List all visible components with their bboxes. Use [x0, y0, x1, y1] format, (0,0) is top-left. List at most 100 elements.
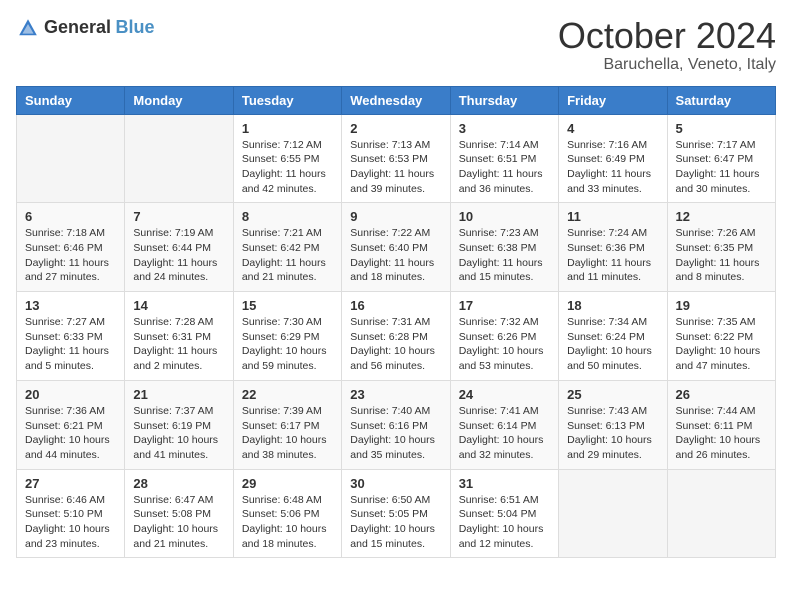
calendar-week-row: 27 Sunrise: 6:46 AM Sunset: 5:10 PM Dayli… — [17, 469, 776, 558]
calendar-cell: 6Sunrise: 7:18 AM Sunset: 6:46 PM Daylig… — [17, 203, 125, 292]
calendar-cell: 20 Sunrise: 7:36 AM Sunset: 6:21 PM Dayli… — [17, 380, 125, 469]
calendar-cell: 12 Sunrise: 7:26 AM Sunset: 6:35 PM Dayli… — [667, 203, 775, 292]
day-info: Sunrise: 7:22 AM Sunset: 6:40 PM Dayligh… — [350, 226, 441, 285]
day-number: 30 — [350, 476, 441, 491]
day-info: Sunrise: 7:26 AM Sunset: 6:35 PM Dayligh… — [676, 226, 767, 285]
day-number: 24 — [459, 387, 550, 402]
weekday-header-tuesday: Tuesday — [233, 86, 341, 114]
day-info: Sunrise: 7:24 AM Sunset: 6:36 PM Dayligh… — [567, 226, 658, 285]
day-info: Sunrise: 7:18 AM Sunset: 6:46 PM Dayligh… — [25, 226, 116, 285]
calendar-cell: 4Sunrise: 7:16 AM Sunset: 6:49 PM Daylig… — [559, 114, 667, 203]
calendar-cell: 10 Sunrise: 7:23 AM Sunset: 6:38 PM Dayli… — [450, 203, 558, 292]
day-info: Sunrise: 7:35 AM Sunset: 6:22 PM Dayligh… — [676, 315, 767, 374]
calendar-cell: 9 Sunrise: 7:22 AM Sunset: 6:40 PM Daylig… — [342, 203, 450, 292]
calendar-cell: 8 Sunrise: 7:21 AM Sunset: 6:42 PM Daylig… — [233, 203, 341, 292]
day-number: 8 — [242, 209, 333, 224]
weekday-header-wednesday: Wednesday — [342, 86, 450, 114]
day-number: 25 — [567, 387, 658, 402]
weekday-header-row: SundayMondayTuesdayWednesdayThursdayFrid… — [17, 86, 776, 114]
day-number: 11 — [567, 209, 658, 224]
weekday-header-friday: Friday — [559, 86, 667, 114]
calendar-cell: 31Sunrise: 6:51 AM Sunset: 5:04 PM Dayli… — [450, 469, 558, 558]
day-number: 28 — [133, 476, 224, 491]
calendar-cell: 1 Sunrise: 7:12 AM Sunset: 6:55 PM Daylig… — [233, 114, 341, 203]
day-number: 7 — [133, 209, 224, 224]
day-info: Sunrise: 7:19 AM Sunset: 6:44 PM Dayligh… — [133, 226, 224, 285]
day-info: Sunrise: 7:12 AM Sunset: 6:55 PM Dayligh… — [242, 138, 333, 197]
day-number: 10 — [459, 209, 550, 224]
calendar-cell — [667, 469, 775, 558]
month-title: October 2024 — [558, 16, 776, 56]
day-number: 20 — [25, 387, 116, 402]
day-number: 27 — [25, 476, 116, 491]
weekday-header-saturday: Saturday — [667, 86, 775, 114]
day-number: 26 — [676, 387, 767, 402]
location-subtitle: Baruchella, Veneto, Italy — [558, 56, 776, 74]
calendar-cell: 24 Sunrise: 7:41 AM Sunset: 6:14 PM Dayli… — [450, 380, 558, 469]
day-info: Sunrise: 7:41 AM Sunset: 6:14 PM Dayligh… — [459, 404, 550, 463]
calendar-week-row: 1 Sunrise: 7:12 AM Sunset: 6:55 PM Daylig… — [17, 114, 776, 203]
day-number: 17 — [459, 298, 550, 313]
day-number: 5 — [676, 121, 767, 136]
day-number: 22 — [242, 387, 333, 402]
day-info: Sunrise: 7:17 AM Sunset: 6:47 PM Dayligh… — [676, 138, 767, 197]
day-info: Sunrise: 7:27 AM Sunset: 6:33 PM Dayligh… — [25, 315, 116, 374]
day-info: Sunrise: 7:23 AM Sunset: 6:38 PM Dayligh… — [459, 226, 550, 285]
day-info: Sunrise: 7:28 AM Sunset: 6:31 PM Dayligh… — [133, 315, 224, 374]
logo: General Blue — [16, 16, 155, 40]
calendar-table: SundayMondayTuesdayWednesdayThursdayFrid… — [16, 86, 776, 559]
calendar-cell — [559, 469, 667, 558]
calendar-cell: 28 Sunrise: 6:47 AM Sunset: 5:08 PM Dayli… — [125, 469, 233, 558]
title-block: October 2024 Baruchella, Veneto, Italy — [558, 16, 776, 74]
calendar-cell: 3Sunrise: 7:14 AM Sunset: 6:51 PM Daylig… — [450, 114, 558, 203]
calendar-cell: 22 Sunrise: 7:39 AM Sunset: 6:17 PM Dayli… — [233, 380, 341, 469]
calendar-cell: 5 Sunrise: 7:17 AM Sunset: 6:47 PM Daylig… — [667, 114, 775, 203]
weekday-header-thursday: Thursday — [450, 86, 558, 114]
day-number: 1 — [242, 121, 333, 136]
calendar-cell: 13 Sunrise: 7:27 AM Sunset: 6:33 PM Dayli… — [17, 292, 125, 381]
day-info: Sunrise: 7:21 AM Sunset: 6:42 PM Dayligh… — [242, 226, 333, 285]
day-number: 9 — [350, 209, 441, 224]
calendar-cell: 15Sunrise: 7:30 AM Sunset: 6:29 PM Dayli… — [233, 292, 341, 381]
day-info: Sunrise: 7:43 AM Sunset: 6:13 PM Dayligh… — [567, 404, 658, 463]
day-info: Sunrise: 6:47 AM Sunset: 5:08 PM Dayligh… — [133, 493, 224, 552]
calendar-cell: 29Sunrise: 6:48 AM Sunset: 5:06 PM Dayli… — [233, 469, 341, 558]
calendar-cell: 17Sunrise: 7:32 AM Sunset: 6:26 PM Dayli… — [450, 292, 558, 381]
day-info: Sunrise: 6:50 AM Sunset: 5:05 PM Dayligh… — [350, 493, 441, 552]
calendar-cell: 2Sunrise: 7:13 AM Sunset: 6:53 PM Daylig… — [342, 114, 450, 203]
day-info: Sunrise: 7:31 AM Sunset: 6:28 PM Dayligh… — [350, 315, 441, 374]
day-number: 14 — [133, 298, 224, 313]
day-info: Sunrise: 7:36 AM Sunset: 6:21 PM Dayligh… — [25, 404, 116, 463]
calendar-cell: 11 Sunrise: 7:24 AM Sunset: 6:36 PM Dayli… — [559, 203, 667, 292]
day-info: Sunrise: 7:30 AM Sunset: 6:29 PM Dayligh… — [242, 315, 333, 374]
day-number: 13 — [25, 298, 116, 313]
day-number: 29 — [242, 476, 333, 491]
day-info: Sunrise: 7:14 AM Sunset: 6:51 PM Dayligh… — [459, 138, 550, 197]
calendar-cell: 27 Sunrise: 6:46 AM Sunset: 5:10 PM Dayli… — [17, 469, 125, 558]
day-number: 31 — [459, 476, 550, 491]
calendar-cell: 21Sunrise: 7:37 AM Sunset: 6:19 PM Dayli… — [125, 380, 233, 469]
calendar-week-row: 20 Sunrise: 7:36 AM Sunset: 6:21 PM Dayli… — [17, 380, 776, 469]
day-number: 18 — [567, 298, 658, 313]
day-info: Sunrise: 6:46 AM Sunset: 5:10 PM Dayligh… — [25, 493, 116, 552]
day-number: 2 — [350, 121, 441, 136]
calendar-cell — [125, 114, 233, 203]
logo-general: General Blue — [44, 18, 155, 38]
weekday-header-monday: Monday — [125, 86, 233, 114]
day-info: Sunrise: 7:44 AM Sunset: 6:11 PM Dayligh… — [676, 404, 767, 463]
day-number: 4 — [567, 121, 658, 136]
day-info: Sunrise: 7:34 AM Sunset: 6:24 PM Dayligh… — [567, 315, 658, 374]
day-info: Sunrise: 7:40 AM Sunset: 6:16 PM Dayligh… — [350, 404, 441, 463]
day-info: Sunrise: 7:39 AM Sunset: 6:17 PM Dayligh… — [242, 404, 333, 463]
calendar-cell: 7 Sunrise: 7:19 AM Sunset: 6:44 PM Daylig… — [125, 203, 233, 292]
calendar-cell: 30 Sunrise: 6:50 AM Sunset: 5:05 PM Dayli… — [342, 469, 450, 558]
calendar-cell: 25 Sunrise: 7:43 AM Sunset: 6:13 PM Dayli… — [559, 380, 667, 469]
calendar-cell: 26 Sunrise: 7:44 AM Sunset: 6:11 PM Dayli… — [667, 380, 775, 469]
day-number: 12 — [676, 209, 767, 224]
calendar-week-row: 13 Sunrise: 7:27 AM Sunset: 6:33 PM Dayli… — [17, 292, 776, 381]
day-number: 23 — [350, 387, 441, 402]
day-number: 21 — [133, 387, 224, 402]
calendar-cell — [17, 114, 125, 203]
calendar-cell: 19Sunrise: 7:35 AM Sunset: 6:22 PM Dayli… — [667, 292, 775, 381]
page-header: General Blue October 2024 Baruchella, Ve… — [16, 16, 776, 74]
